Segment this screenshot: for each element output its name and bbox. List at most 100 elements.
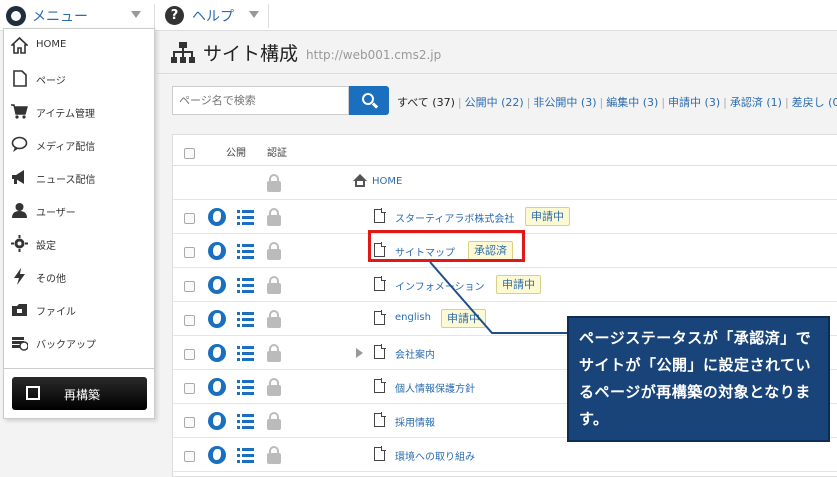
- help-menu[interactable]: ? ヘルプ: [165, 0, 234, 31]
- menu-item-settings[interactable]: 設定: [4, 227, 156, 260]
- globe-icon[interactable]: [208, 412, 226, 430]
- callout-note: ページステータスが「承認済」でサイトが「公開」に設定されているページが再構築の対…: [567, 316, 830, 442]
- list-icon[interactable]: [237, 312, 255, 327]
- page-name-link[interactable]: 会社案内: [395, 346, 435, 361]
- filter-approved[interactable]: 承認済 (1): [730, 96, 782, 109]
- megaphone-icon: [12, 170, 24, 184]
- row-checkbox[interactable]: [184, 383, 195, 394]
- filter-private[interactable]: 非公開中 (3): [533, 96, 596, 109]
- user-icon: [12, 203, 27, 218]
- search-button[interactable]: [349, 86, 389, 115]
- folder-icon: [12, 304, 27, 316]
- page-name-link[interactable]: スターティアラボ株式会社: [395, 210, 514, 225]
- page-icon: [13, 70, 27, 87]
- lock-icon[interactable]: [267, 174, 281, 192]
- row-checkbox[interactable]: [184, 417, 195, 428]
- list-icon[interactable]: [237, 380, 255, 395]
- globe-icon[interactable]: [208, 344, 226, 362]
- row-checkbox[interactable]: [184, 247, 195, 258]
- page-name-link[interactable]: 個人情報保護方針: [395, 380, 475, 395]
- globe-icon[interactable]: [208, 208, 226, 226]
- status-badge: 申請中: [441, 309, 486, 328]
- help-label: ヘルプ: [192, 8, 234, 25]
- list-icon[interactable]: [237, 210, 255, 225]
- table-row: HOME: [173, 166, 837, 200]
- page-name-link[interactable]: インフォメーション: [395, 278, 485, 293]
- home-icon: [353, 174, 367, 188]
- lock-icon[interactable]: [267, 446, 281, 464]
- list-icon[interactable]: [237, 346, 255, 361]
- row-checkbox[interactable]: [184, 213, 195, 224]
- list-icon[interactable]: [237, 448, 255, 463]
- globe-icon[interactable]: [208, 310, 226, 328]
- menu-item-other[interactable]: その他: [4, 260, 156, 293]
- table-row: 環境への取り組み: [173, 438, 837, 472]
- lock-icon[interactable]: [267, 412, 281, 430]
- list-icon[interactable]: [237, 414, 255, 429]
- row-checkbox[interactable]: [184, 315, 195, 326]
- column-publish: 公開: [226, 148, 246, 159]
- page-name-link[interactable]: english: [395, 312, 431, 323]
- page-title: サイト構成: [203, 43, 299, 65]
- menu-toggle[interactable]: メニュー: [6, 0, 88, 31]
- globe-icon[interactable]: [208, 276, 226, 294]
- cart-icon: [11, 104, 28, 119]
- menu-item-media[interactable]: メディア配信: [4, 128, 156, 161]
- status-badge: 申請中: [496, 275, 541, 294]
- row-checkbox[interactable]: [184, 451, 195, 462]
- menu-item-home[interactable]: HOME: [4, 29, 156, 62]
- lock-icon[interactable]: [267, 276, 281, 294]
- speech-bubble-icon: [11, 136, 28, 152]
- page-name-link[interactable]: 環境への取り組み: [395, 448, 475, 463]
- filter-returned[interactable]: 差戻し (0: [792, 96, 837, 109]
- lock-icon[interactable]: [267, 378, 281, 396]
- row-checkbox[interactable]: [184, 281, 195, 292]
- chevron-down-icon[interactable]: [131, 11, 141, 18]
- page-icon: [374, 344, 386, 359]
- page-name-link[interactable]: HOME: [372, 176, 402, 187]
- list-icon[interactable]: [237, 278, 255, 293]
- highlight-box: [368, 230, 525, 262]
- divider: [268, 4, 269, 28]
- page-header: サイト構成 http://web001.cms2.jp: [171, 39, 441, 66]
- menu-item-page[interactable]: ページ: [4, 62, 156, 95]
- status-filters: すべて (37) | 公開中 (22) | 非公開中 (3) | 編集中 (3) | 申請中 (…: [397, 94, 837, 110]
- globe-icon[interactable]: [208, 446, 226, 464]
- row-checkbox[interactable]: [184, 349, 195, 360]
- lock-icon[interactable]: [267, 208, 281, 226]
- list-icon[interactable]: [237, 244, 255, 259]
- divider: [154, 4, 155, 28]
- callout-text: ページステータスが「承認済」でサイトが「公開」に設定されているページが再構築の対…: [579, 329, 812, 428]
- lock-icon[interactable]: [267, 242, 281, 260]
- table-row: スターティアラボ株式会社 申請中: [173, 200, 837, 234]
- menu-item-user[interactable]: ユーザー: [4, 194, 156, 227]
- lock-icon[interactable]: [267, 344, 281, 362]
- menu-item-backup[interactable]: バックアップ: [4, 326, 156, 359]
- search-input[interactable]: [172, 86, 349, 115]
- site-url: http://web001.cms2.jp: [306, 47, 442, 62]
- question-circle-icon: ?: [165, 6, 184, 25]
- backup-icon: [12, 337, 28, 351]
- select-all-checkbox[interactable]: [184, 148, 195, 159]
- chevron-down-icon[interactable]: [249, 11, 259, 18]
- page-icon: [374, 276, 386, 291]
- rebuild-button[interactable]: 再構築: [12, 377, 147, 410]
- filter-all[interactable]: すべて (37): [397, 96, 455, 109]
- page-name-link[interactable]: 採用情報: [395, 414, 435, 429]
- globe-icon[interactable]: [208, 378, 226, 396]
- menu-item-file[interactable]: ファイル: [4, 293, 156, 326]
- filter-public[interactable]: 公開中 (22): [465, 96, 524, 109]
- lock-icon[interactable]: [267, 310, 281, 328]
- page-icon: [374, 446, 386, 461]
- filter-requested[interactable]: 申請中 (3): [668, 96, 720, 109]
- page-icon: [374, 412, 386, 427]
- expand-arrow-icon[interactable]: [356, 348, 363, 358]
- home-icon: [11, 37, 28, 54]
- divider: [4, 368, 154, 369]
- sitemap-icon: [171, 41, 195, 63]
- menu-item-news[interactable]: ニュース配信: [4, 161, 156, 194]
- globe-icon[interactable]: [208, 242, 226, 260]
- divider: [157, 73, 837, 74]
- menu-item-items[interactable]: アイテム管理: [4, 95, 156, 128]
- filter-editing[interactable]: 編集中 (3): [606, 96, 658, 109]
